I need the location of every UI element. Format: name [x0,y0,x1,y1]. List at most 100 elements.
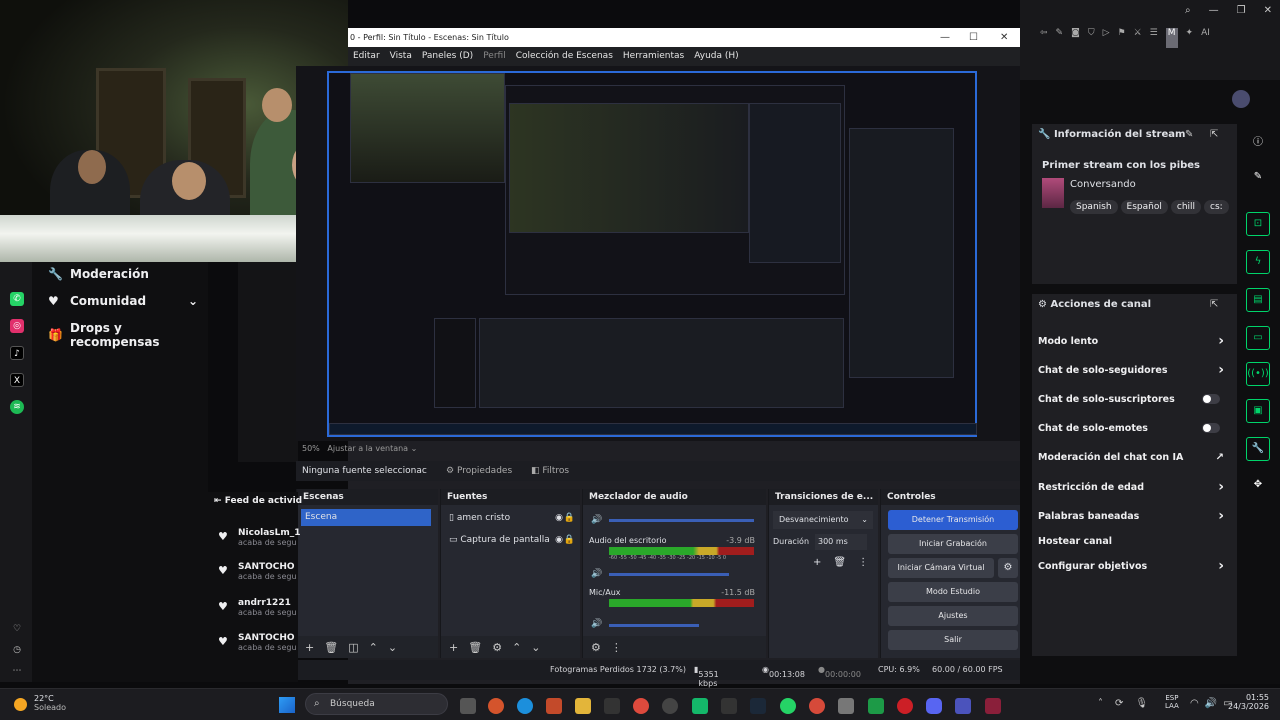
list-item[interactable]: ♥ NicolasLm_1 acaba de segu [218,528,303,547]
back-icon[interactable]: ⇦ [1040,28,1048,48]
lock-icon[interactable]: 🔒 [564,535,575,545]
steam-icon[interactable] [750,698,766,714]
filters-button[interactable]: ◧ Filtros [531,466,569,476]
clip-icon[interactable]: ⊡ [1246,212,1270,236]
ai-chat-moderation[interactable]: Moderación del chat con IA ↗ [1038,452,1228,463]
teams-icon[interactable] [955,698,971,714]
ai-icon[interactable]: AI [1201,28,1210,48]
discord-icon[interactable] [926,698,942,714]
zoom-level[interactable]: 50% Ajustar a la ventana ⌄ [302,444,417,453]
gear-icon[interactable]: ⚙ [591,641,601,654]
stop-stream-button[interactable]: Detener Transmisión [888,510,1018,530]
profile-icon[interactable]: M [1165,28,1178,48]
add-icon[interactable]: + [305,641,314,654]
menu-icon[interactable]: ⋮ [611,641,622,654]
volume-icon[interactable]: 🔊 [1205,698,1217,709]
transition-select[interactable]: Desvanecimiento ⌄ [773,511,873,529]
extension-icon[interactable]: ✦ [1186,28,1194,48]
exit-button[interactable]: Salir [888,630,1018,650]
add-icon[interactable]: + [813,557,821,568]
app-icon[interactable] [692,698,708,714]
screen-icon[interactable]: ▣ [1246,399,1270,423]
nested-preview-capture[interactable] [327,71,977,437]
whatsapp-icon[interactable]: ✆ [10,292,24,306]
opera-icon[interactable] [897,698,913,714]
folder-icon[interactable] [575,698,591,714]
obs-icon[interactable] [662,698,678,714]
menu-coleccion[interactable]: Colección de Escenas [511,47,618,66]
trash-icon[interactable]: 🗑 [468,641,482,654]
tiktok-icon[interactable]: ♪ [10,346,24,360]
edit-icon[interactable]: ✎ [1185,129,1193,140]
add-action-icon[interactable]: ✥ [1246,474,1270,498]
search-icon[interactable]: ⌕ [1185,5,1191,16]
down-icon[interactable]: ⌄ [388,641,397,654]
capcut-icon[interactable] [604,698,620,714]
edit-icon[interactable]: ✎ [1056,28,1064,48]
tag[interactable]: cs: [1204,200,1229,214]
host-channel[interactable]: Hostear canal [1038,536,1228,547]
popout-icon[interactable]: ⇱ [1210,299,1218,310]
list-icon[interactable]: ▤ [1246,288,1270,312]
toggle-switch[interactable] [1202,423,1220,433]
broadcast-icon[interactable]: ((•)) [1246,362,1270,386]
restore-icon[interactable]: ❐ [1237,5,1246,16]
start-recording-button[interactable]: Iniciar Grabación [888,534,1018,554]
instagram-icon[interactable]: ◎ [10,319,24,333]
menu-icon[interactable]: ☰ [1150,28,1158,48]
spotify-icon[interactable]: ≋ [10,400,24,414]
mic-icon[interactable]: 🎙 [1135,698,1148,709]
up-icon[interactable]: ⌃ [369,641,378,654]
mod-icon[interactable]: ⚑ [1118,28,1126,48]
menu-herramientas[interactable]: Herramientas [618,47,689,66]
up-icon[interactable]: ⌃ [512,641,521,654]
menu-editar[interactable]: Editar [348,47,385,66]
sword-icon[interactable]: ⚔ [1134,28,1142,48]
app-icon[interactable] [488,698,504,714]
close-button[interactable]: ✕ [1000,28,1008,47]
down-icon[interactable]: ⌄ [531,641,540,654]
subscribers-only-chat[interactable]: Chat de solo-suscriptores [1038,394,1228,405]
whatsapp-icon[interactable] [780,698,796,714]
x-icon[interactable]: X [10,373,24,387]
chevron-up-icon[interactable]: ˄ [1098,698,1103,709]
excel-icon[interactable] [868,698,884,714]
minimize-button[interactable]: — [940,28,950,47]
list-item[interactable]: ♥ andrr1221 acaba de segu [218,598,303,617]
app-icon[interactable] [721,698,737,714]
gear-icon[interactable]: ⚙ [492,641,502,654]
edit-icon[interactable]: ✎ [1246,166,1270,190]
menu-perfil[interactable]: Perfil [478,47,511,66]
list-item[interactable]: ♥ SANTOCHO acaba de segu [218,633,303,652]
popout-icon[interactable]: ⇱ [1210,129,1218,140]
wrench-icon[interactable]: 🔧 [1246,437,1270,461]
volume-slider[interactable] [609,519,754,522]
volume-icon[interactable]: 🔊 [591,515,602,525]
sync-icon[interactable]: ⟳ [1115,698,1123,709]
more-icon[interactable]: ⋯ [10,664,24,678]
eye-icon[interactable]: ◉ [555,535,563,545]
heart-icon[interactable]: ♡ [10,622,24,636]
minimize-icon[interactable]: — [1209,5,1219,16]
menu-community[interactable]: ♥ Comunidad ⌄ [48,294,198,308]
filter-icon[interactable]: ◫ [348,641,358,654]
gear-icon[interactable]: ⚙ [998,558,1018,578]
studio-mode-button[interactable]: Modo Estudio [888,582,1018,602]
menu-paneles[interactable]: Paneles (D) [417,47,478,66]
scene-item[interactable]: Escena [301,509,431,526]
tag[interactable]: chill [1170,200,1202,214]
menu-icon[interactable]: ⋮ [858,557,868,568]
language-indicator[interactable]: ESP LAA [1165,694,1179,710]
clock[interactable]: 01:55 24/3/2026 [1228,693,1269,711]
chat-icon[interactable]: ▭ [1246,326,1270,350]
taskbar-search[interactable]: ⌕ Búsqueda [305,693,448,715]
wifi-icon[interactable]: ◠ [1190,698,1199,709]
bolt-icon[interactable]: ϟ [1246,250,1270,274]
menu-vista[interactable]: Vista [385,47,417,66]
list-item[interactable]: ♥ SANTOCHO acaba de segu [218,562,303,581]
valorant-icon[interactable] [985,698,1001,714]
add-icon[interactable]: + [449,641,458,654]
info-icon[interactable]: ⓘ [1246,132,1270,156]
menu-drops[interactable]: 🎁 Drops y recompensas [48,321,208,349]
shield-icon[interactable]: ⛉ [1088,28,1095,48]
